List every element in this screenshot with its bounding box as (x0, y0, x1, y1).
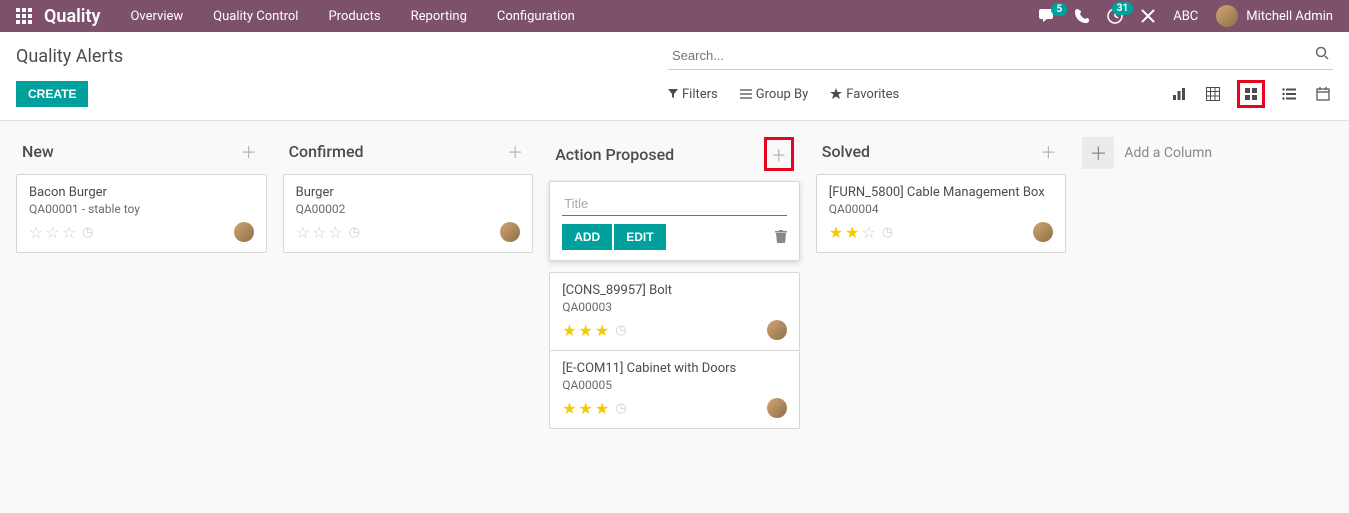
nav-reporting[interactable]: Reporting (411, 9, 467, 24)
quick-create-add-button[interactable]: ADD (562, 224, 612, 250)
nav-configuration[interactable]: Configuration (497, 9, 575, 24)
kanban-card[interactable]: [E-COM11] Cabinet with Doors QA00005 ★★★… (549, 350, 800, 429)
quick-create-form: ADD EDIT (549, 181, 800, 261)
kanban-board: New ＋ Bacon Burger QA00001 - stable toy … (0, 121, 1349, 437)
card-title: [FURN_5800] Cable Management Box (829, 185, 1054, 200)
card-ref: QA00001 - stable toy (29, 202, 254, 216)
assignee-avatar[interactable] (500, 222, 520, 242)
card-ref: QA00002 (296, 202, 521, 216)
column-add-button[interactable]: ＋ (764, 137, 794, 171)
kanban-card[interactable]: Bacon Burger QA00001 - stable toy ☆☆☆ ◷ (16, 174, 267, 253)
card-ref: QA00004 (829, 202, 1054, 216)
page-title: Quality Alerts (16, 46, 123, 67)
assignee-avatar[interactable] (234, 222, 254, 242)
top-nav: Quality Overview Quality Control Product… (0, 0, 1349, 32)
add-column-button[interactable]: ＋ (1082, 137, 1114, 169)
card-ref: QA00005 (562, 378, 787, 392)
clock-icon[interactable]: ◷ (82, 225, 93, 240)
column-title[interactable]: Action Proposed (555, 145, 674, 164)
nav-quality-control[interactable]: Quality Control (213, 9, 298, 24)
activity-badge: 31 (1112, 2, 1133, 15)
card-title: [CONS_89957] Bolt (562, 283, 787, 298)
app-brand[interactable]: Quality (44, 6, 100, 27)
column-add-button[interactable]: ＋ (1036, 137, 1060, 165)
column-add-button[interactable]: ＋ (503, 137, 527, 165)
priority-stars[interactable]: ★★☆ ◷ (829, 223, 893, 242)
quick-create-title-input[interactable] (562, 192, 787, 216)
filters-button[interactable]: Filters (668, 87, 718, 102)
nav-links: Overview Quality Control Products Report… (130, 9, 574, 24)
user-name: Mitchell Admin (1246, 9, 1333, 24)
chat-icon[interactable]: 5 (1039, 9, 1057, 23)
priority-stars[interactable]: ★★★ ◷ (562, 399, 626, 418)
kanban-column-solved: Solved ＋ [FURN_5800] Cable Management Bo… (808, 129, 1075, 253)
card-title: [E-COM11] Cabinet with Doors (562, 361, 787, 376)
assignee-avatar[interactable] (767, 398, 787, 418)
clock-icon[interactable]: ◷ (882, 225, 893, 240)
view-switcher (1169, 80, 1333, 108)
priority-stars[interactable]: ☆☆☆ ◷ (29, 223, 93, 242)
groupby-button[interactable]: Group By (740, 87, 809, 102)
nav-products[interactable]: Products (328, 9, 380, 24)
groupby-label: Group By (756, 87, 809, 102)
priority-stars[interactable]: ★★★ ◷ (562, 321, 626, 340)
column-add-button[interactable]: ＋ (237, 137, 261, 165)
add-column-label[interactable]: Add a Column (1124, 145, 1212, 161)
avatar (1216, 5, 1238, 27)
create-button[interactable]: CREATE (16, 81, 88, 107)
company-name[interactable]: ABC (1173, 9, 1198, 24)
kanban-card[interactable]: [FURN_5800] Cable Management Box QA00004… (816, 174, 1067, 253)
view-list-icon[interactable] (1279, 84, 1299, 104)
search-input[interactable] (668, 42, 1333, 70)
card-ref: QA00003 (562, 300, 787, 314)
clock-icon[interactable]: ◷ (615, 323, 626, 338)
user-menu[interactable]: Mitchell Admin (1216, 5, 1333, 27)
clock-icon[interactable]: ◷ (349, 225, 360, 240)
card-title: Bacon Burger (29, 185, 254, 200)
assignee-avatar[interactable] (767, 320, 787, 340)
apps-icon[interactable] (16, 8, 32, 24)
control-panel: Quality Alerts CREATE Filters Group By F… (0, 32, 1349, 121)
chat-badge: 5 (1051, 3, 1067, 16)
column-title[interactable]: Solved (822, 142, 870, 161)
kanban-card[interactable]: [CONS_89957] Bolt QA00003 ★★★ ◷ (549, 272, 800, 351)
view-calendar-icon[interactable] (1313, 84, 1333, 104)
column-title[interactable]: Confirmed (289, 142, 364, 161)
column-title[interactable]: New (22, 142, 54, 161)
view-kanban-icon[interactable] (1237, 80, 1265, 108)
assignee-avatar[interactable] (1033, 222, 1053, 242)
kanban-column-new: New ＋ Bacon Burger QA00001 - stable toy … (8, 129, 275, 253)
favorites-button[interactable]: Favorites (830, 87, 899, 102)
nav-overview[interactable]: Overview (130, 9, 183, 24)
priority-stars[interactable]: ☆☆☆ ◷ (296, 223, 360, 242)
activity-icon[interactable]: 31 (1107, 8, 1123, 24)
view-graph-icon[interactable] (1169, 84, 1189, 104)
kanban-card[interactable]: Burger QA00002 ☆☆☆ ◷ (283, 174, 534, 253)
filters-label: Filters (682, 87, 718, 102)
kanban-column-confirmed: Confirmed ＋ Burger QA00002 ☆☆☆ ◷ (275, 129, 542, 253)
favorites-label: Favorites (846, 87, 899, 102)
phone-icon[interactable] (1075, 9, 1089, 23)
search-icon[interactable] (1315, 46, 1329, 60)
add-column-section: ＋ Add a Column (1074, 129, 1341, 177)
close-icon[interactable] (1141, 9, 1155, 23)
view-pivot-icon[interactable] (1203, 84, 1223, 104)
clock-icon[interactable]: ◷ (615, 401, 626, 416)
trash-icon[interactable] (775, 230, 787, 244)
kanban-column-action-proposed: Action Proposed ＋ ADD EDIT [CONS_89957] … (541, 129, 808, 429)
card-title: Burger (296, 185, 521, 200)
quick-create-edit-button[interactable]: EDIT (614, 224, 665, 250)
